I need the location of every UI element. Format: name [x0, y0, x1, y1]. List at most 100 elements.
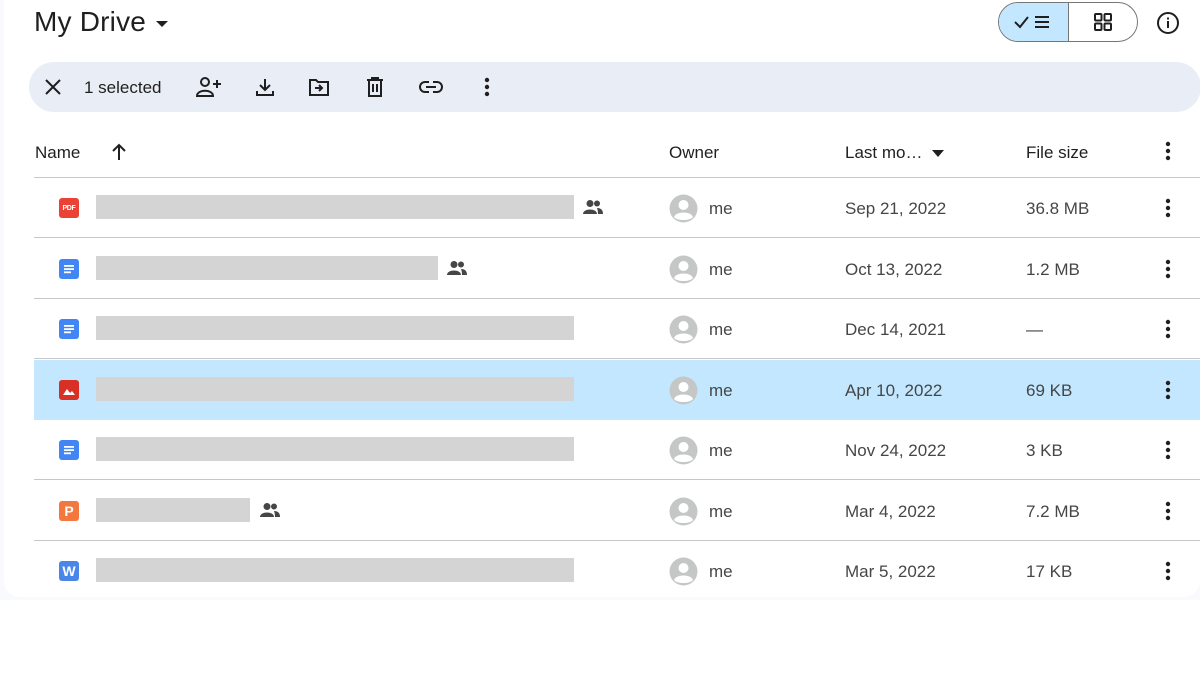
last-modified: Nov 24, 2022 [845, 441, 947, 460]
row-more-button[interactable] [1152, 434, 1184, 466]
grid-view-button[interactable] [1069, 3, 1138, 41]
powerpoint-icon: P [59, 500, 79, 521]
move-button[interactable] [303, 71, 335, 103]
owner-name: me [709, 562, 733, 581]
table-row[interactable]: me Apr 10, 2022 69 KB [34, 359, 1200, 420]
more-vert-icon [1165, 319, 1171, 339]
owner-name: me [709, 259, 733, 279]
file-name-redacted [96, 437, 574, 461]
sort-direction-button[interactable] [110, 142, 128, 167]
table-header: Name Owner Last mo… File size [34, 124, 1200, 178]
image-icon [59, 379, 79, 400]
move-to-folder-icon [309, 79, 329, 96]
owner-avatar [669, 255, 698, 284]
owner-name: me [709, 441, 733, 460]
owner-name: me [709, 501, 733, 521]
owner-name: me [709, 380, 733, 400]
owner-avatar [669, 436, 698, 465]
page-title: My Drive [34, 6, 147, 37]
more-vert-icon [1165, 259, 1171, 278]
owner-avatar [669, 315, 698, 344]
selection-count: 1 selected [84, 78, 162, 97]
caret-down-icon [932, 149, 945, 157]
file-size: — [1026, 320, 1043, 339]
selection-toolbar: 1 selected [29, 62, 1200, 112]
file-size: 36.8 MB [1026, 199, 1090, 218]
file-size: 1.2 MB [1026, 259, 1080, 279]
list-view-button[interactable] [999, 3, 1069, 41]
owner-name: me [709, 199, 733, 218]
clear-selection-button[interactable] [37, 71, 69, 103]
google-doc-icon [59, 440, 79, 460]
more-vert-icon [1165, 561, 1171, 581]
arrow-up-icon [112, 143, 126, 160]
view-toggle [998, 2, 1138, 42]
share-person-add-icon [196, 77, 221, 97]
column-name[interactable]: Name [35, 143, 80, 163]
word-icon: W [59, 561, 79, 581]
more-vert-icon [1165, 440, 1171, 460]
owner-avatar [669, 557, 698, 586]
file-size: 69 KB [1026, 380, 1073, 400]
owner-avatar [669, 194, 698, 223]
copy-link-button[interactable] [415, 71, 447, 103]
trash-icon [367, 77, 383, 97]
row-more-button[interactable] [1152, 495, 1184, 527]
file-name-redacted [96, 255, 438, 280]
file-name-redacted [96, 376, 574, 401]
trash-button[interactable] [359, 71, 391, 103]
file-name-redacted [96, 497, 250, 522]
word-icon-label: W [62, 563, 76, 579]
owner-avatar [669, 497, 698, 526]
row-more-button[interactable] [1152, 313, 1184, 345]
last-modified: Oct 13, 2022 [845, 259, 943, 279]
row-more-button[interactable] [1152, 253, 1184, 285]
table-row[interactable]: me Nov 24, 2022 3 KB [34, 420, 1200, 480]
last-modified: Sep 21, 2022 [845, 199, 947, 218]
grid-icon [1093, 13, 1112, 31]
pdf-icon: PDF [59, 198, 79, 218]
caret-down-icon [156, 20, 169, 27]
file-size: 7.2 MB [1026, 501, 1080, 521]
column-file-size[interactable]: File size [1026, 143, 1088, 163]
download-button[interactable] [249, 71, 281, 103]
more-vert-icon [484, 77, 490, 97]
column-options-button[interactable] [1152, 135, 1184, 167]
row-more-button[interactable] [1152, 192, 1184, 224]
table-row[interactable]: me Oct 13, 2022 1.2 MB [34, 239, 1200, 299]
details-button[interactable] [1151, 6, 1185, 40]
close-icon [45, 79, 61, 95]
row-more-button[interactable] [1152, 374, 1184, 406]
table-row[interactable]: P me Mar 4, 2022 7.2 MB [34, 481, 1200, 541]
column-last-modified-label: Last mo… [845, 143, 923, 162]
file-name-redacted [96, 558, 574, 582]
last-modified: Mar 4, 2022 [845, 501, 936, 521]
pdf-icon-label: PDF [62, 204, 76, 212]
more-actions-button[interactable] [471, 71, 503, 103]
column-owner[interactable]: Owner [669, 143, 719, 163]
shared-icon [446, 260, 468, 281]
shared-icon [259, 502, 281, 523]
share-button[interactable] [193, 71, 225, 103]
file-name-redacted [96, 316, 574, 340]
last-modified: Mar 5, 2022 [845, 562, 936, 581]
file-size: 17 KB [1026, 562, 1073, 581]
column-last-modified[interactable]: Last mo… [845, 143, 945, 163]
slides-icon-label: P [64, 502, 74, 519]
table-row[interactable]: me Dec 14, 2021 — [34, 299, 1200, 359]
row-more-button[interactable] [1152, 555, 1184, 587]
google-doc-icon [59, 319, 79, 339]
owner-avatar [669, 376, 698, 405]
link-icon [419, 81, 443, 93]
table-row[interactable]: PDF me Sep 21, 2022 36.8 MB [34, 178, 1200, 238]
info-icon [1157, 12, 1179, 34]
shared-icon [582, 199, 604, 220]
last-modified: Apr 10, 2022 [845, 380, 943, 400]
file-size: 3 KB [1026, 441, 1063, 460]
owner-name: me [709, 320, 733, 339]
check-list-icon [1014, 16, 1050, 29]
more-vert-icon [1165, 380, 1171, 399]
my-drive-title-menu[interactable]: My Drive [34, 3, 169, 41]
table-row[interactable]: W me Mar 5, 2022 17 KB [34, 541, 1200, 601]
more-vert-icon [1165, 198, 1171, 218]
